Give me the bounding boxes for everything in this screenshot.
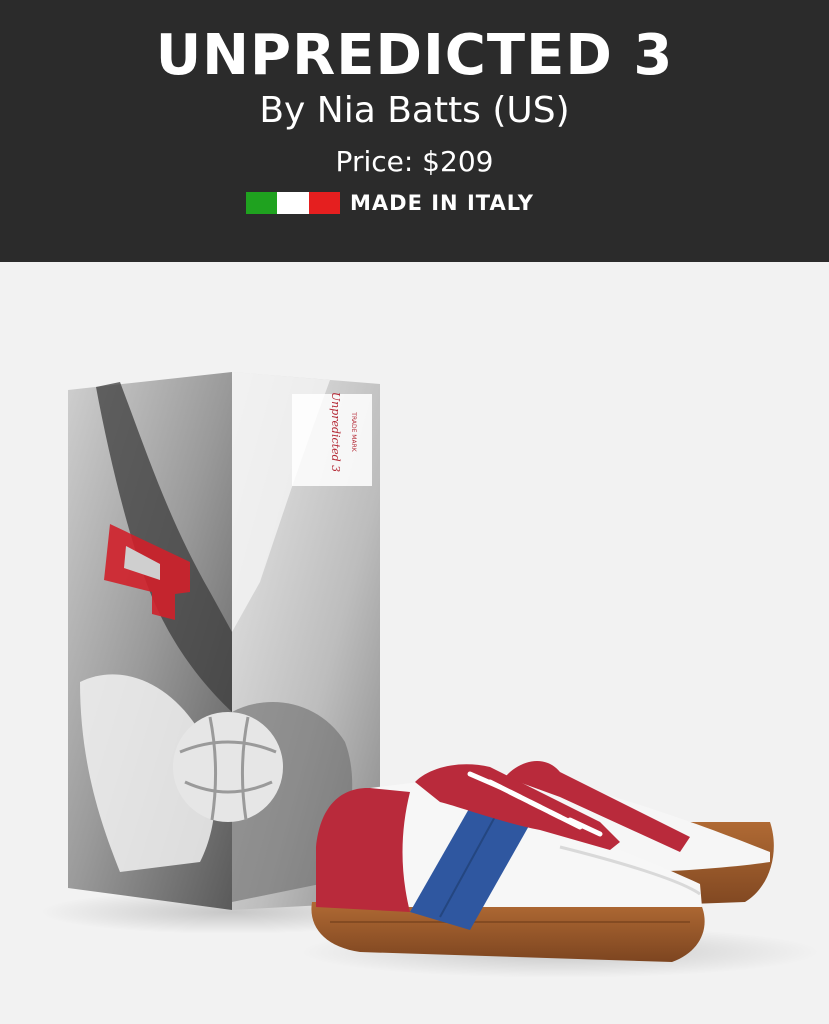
italy-flag-icon: [246, 192, 340, 214]
box-label-subtitle: TRADE MARK: [350, 411, 357, 452]
shoe-box: Unpredicted 3 TRADE MARK 4: [0, 262, 380, 910]
soccer-ball-graphic: [173, 712, 283, 822]
product-title: UNPREDICTED 3: [155, 23, 674, 88]
box-label-brand: Unpredicted 3: [329, 392, 342, 472]
product-price: Price: $209: [335, 145, 494, 178]
shoe-and-box-illustration: Unpredicted 3 TRADE MARK 4: [0, 262, 820, 978]
origin-badge: MADE IN ITALY: [246, 188, 534, 218]
shoe-front: [311, 764, 705, 962]
product-image: Unpredicted 3 TRADE MARK 4: [0, 262, 829, 1024]
jersey-number-text: 4: [0, 262, 1, 263]
origin-label: MADE IN ITALY: [350, 191, 535, 215]
designer-name: By Nia Batts (US): [259, 90, 570, 131]
product-header: UNPREDICTED 3 By Nia Batts (US) Price: $…: [0, 0, 829, 262]
